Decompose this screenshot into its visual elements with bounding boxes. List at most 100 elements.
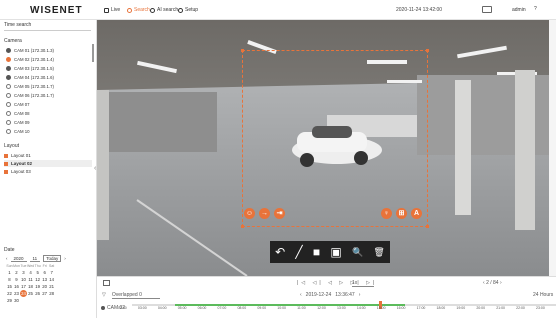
layout-icon <box>4 161 8 166</box>
overlap-filter[interactable]: ▽ Overlapped 0 <box>102 292 160 299</box>
camera-item[interactable]: CAM 06 (172.30.1.7) <box>6 91 54 99</box>
camera-label: CAM 03 (172.30.1.5) <box>14 65 54 71</box>
camera-icon <box>6 83 11 89</box>
sidebar-collapse-icon[interactable]: ‹ <box>94 165 96 172</box>
playback-time: 13:36:47 <box>335 292 355 298</box>
menu-setup-label: Setup <box>185 7 199 13</box>
calendar-header: ‹ 2020 11 Today › <box>6 255 66 262</box>
today-button[interactable]: Today <box>43 255 62 262</box>
layout-item[interactable]: Layout 03 <box>4 168 92 175</box>
ai-search-icon <box>150 7 155 13</box>
layout-icon <box>4 169 8 174</box>
layout-label: Layout 02 <box>11 161 33 166</box>
gear-icon <box>178 7 183 13</box>
month-select[interactable]: 11 <box>29 256 41 262</box>
page-total: 84 <box>493 280 499 286</box>
roi-toolbar: ↶ ╱ ■ ▣ 🔍 🗑 <box>270 241 390 263</box>
user-menu[interactable]: admin <box>512 7 526 13</box>
notification-icon[interactable] <box>482 6 492 13</box>
layout-label: Layout 03 <box>11 169 31 174</box>
camera-label: CAM 07 <box>14 101 30 107</box>
page-nav[interactable]: ‹ 2 / 84 › <box>483 280 502 286</box>
camera-icon <box>6 65 11 71</box>
camera-item[interactable]: CAM 03 (172.30.1.5) <box>6 64 54 72</box>
camera-item[interactable]: CAM 01 (172.30.1.3) <box>6 46 54 54</box>
wisenet-logo: WISENET <box>30 5 83 16</box>
camera-icon <box>6 74 11 80</box>
menu-live-label: Live <box>111 7 121 13</box>
camera-item[interactable]: CAM 05 (172.30.1.7) <box>6 82 54 90</box>
camera-item[interactable]: CAM 02 (172.30.1.4) <box>6 55 54 63</box>
timeline-range[interactable]: 24 Hours <box>533 292 553 298</box>
speed-select[interactable]: 1x <box>352 280 374 287</box>
date-time-nav[interactable]: ‹ 2019-12-24 13:36:47 › <box>300 292 360 298</box>
calendar-grid: Sun Mon Tue Wed Thu Fri Sat 1234567 8 9 10 11 12 13… <box>6 263 55 304</box>
roi-handle[interactable] <box>426 49 429 52</box>
camera-label: CAM 05 (172.30.1.7) <box>14 83 54 89</box>
camera-scrollbar[interactable] <box>92 44 94 62</box>
face-search-icon[interactable]: ☺ <box>244 208 255 219</box>
menu-setup[interactable]: Setup <box>178 7 198 13</box>
camera-label: CAM 08 <box>14 110 30 116</box>
menu-ai-search[interactable]: AI search <box>150 7 178 13</box>
menu-search[interactable]: Search <box>127 7 150 13</box>
export-icon[interactable] <box>103 280 110 286</box>
exit-icon[interactable]: ⇥ <box>274 208 285 219</box>
search-icon <box>127 7 132 13</box>
menu-search-label: Search <box>134 7 150 13</box>
area-icon[interactable]: ▣ <box>330 245 341 259</box>
playback-date: 2019-12-24 <box>305 292 332 298</box>
camera-label: CAM 04 (172.30.1.6) <box>14 74 54 80</box>
person-icon[interactable]: ♀ <box>381 208 392 219</box>
year-select[interactable]: 2020 <box>10 256 27 262</box>
camera-item[interactable]: CAM 09 <box>6 118 30 126</box>
camera-item[interactable]: CAM 08 <box>6 109 30 117</box>
datetime: 2020-11-24 13:42:00 <box>396 7 443 13</box>
zoom-icon[interactable]: 🔍 <box>352 247 363 258</box>
layout-item-selected[interactable]: Layout 02 <box>4 160 92 167</box>
camera-item[interactable]: CAM 10 <box>6 127 30 135</box>
roi-selection-box[interactable] <box>242 50 428 227</box>
video-scrollbar[interactable] <box>549 20 556 276</box>
prev-month-icon[interactable]: ‹ <box>6 256 8 261</box>
camera-icon <box>6 128 11 134</box>
time-search-field[interactable]: Time search <box>4 22 91 31</box>
camera-icon <box>101 306 105 310</box>
camera-icon <box>6 56 11 62</box>
layout-label: Layout 01 <box>11 153 31 158</box>
page-number: 2 <box>486 280 489 286</box>
camera-label: CAM 01 (172.30.1.3) <box>14 47 54 53</box>
camera-icon <box>6 110 11 116</box>
next-month-icon[interactable]: › <box>64 256 66 261</box>
help-icon[interactable]: ? <box>534 6 537 12</box>
filter-icon: ▽ <box>102 292 106 298</box>
roi-handle[interactable] <box>241 49 244 52</box>
rectangle-icon[interactable]: ■ <box>313 245 320 259</box>
camera-item[interactable]: CAM 07 <box>6 100 30 108</box>
entry-icon[interactable]: → <box>259 208 270 219</box>
layout-item[interactable]: Layout 01 <box>4 152 92 159</box>
camera-icon <box>6 92 11 98</box>
camera-icon <box>6 47 11 53</box>
camera-icon <box>6 119 11 125</box>
vehicle-icon[interactable]: ⊞ <box>396 208 407 219</box>
camera-label: CAM 06 (172.30.1.7) <box>14 92 54 98</box>
layout-section-title: Layout <box>4 143 20 149</box>
menu-live[interactable]: Live <box>104 7 120 13</box>
date-section-title: Date <box>4 247 15 253</box>
attribute-icon[interactable]: A <box>411 208 422 219</box>
line-icon[interactable]: ╱ <box>295 245 302 259</box>
layout-icon <box>4 153 8 158</box>
camera-section-title: Camera <box>4 38 22 44</box>
roi-handle[interactable] <box>241 225 244 228</box>
camera-label: CAM 02 (172.30.1.4) <box>14 56 54 62</box>
camera-label: CAM 09 <box>14 119 30 125</box>
camera-item[interactable]: CAM 04 (172.30.1.6) <box>6 73 54 81</box>
filter-label: Overlapped 0 <box>111 292 160 299</box>
live-icon <box>104 7 109 13</box>
undo-icon[interactable]: ↶ <box>275 245 285 259</box>
timeline-hours: 02:00 03:00 04:00 05:00 06:00 07:00 08:00 09:00… <box>118 306 545 310</box>
roi-handle[interactable] <box>426 225 429 228</box>
delete-icon[interactable]: 🗑 <box>373 247 384 258</box>
top-bar <box>0 0 556 20</box>
